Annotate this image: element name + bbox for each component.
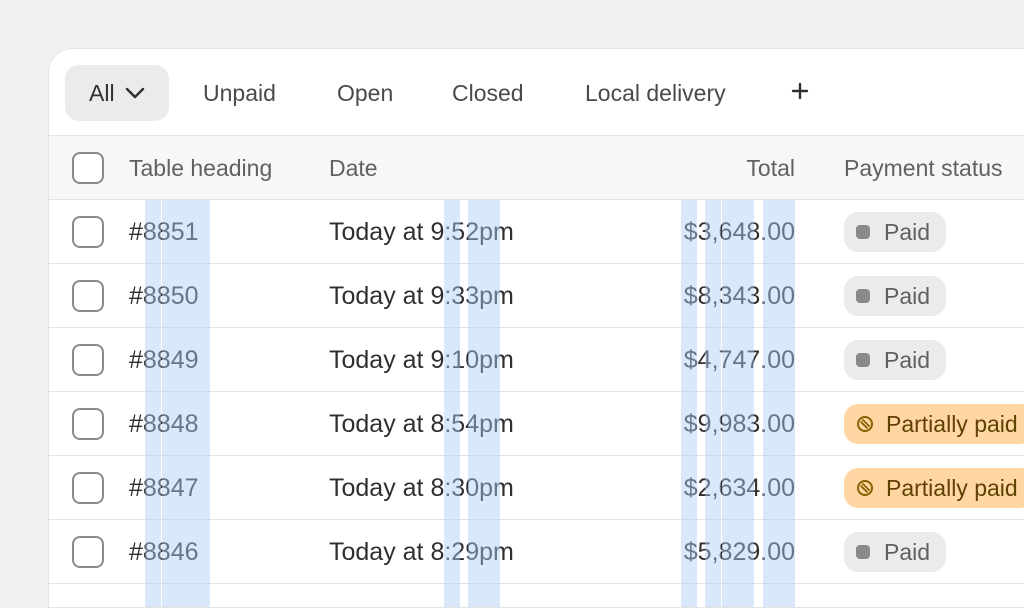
- table-row[interactable]: #8846 Today at 8:29pm $5,829.00 Paid: [49, 520, 1024, 584]
- orders-table-card: All Unpaid Open Closed Local delivery Ta…: [48, 48, 1024, 608]
- order-date-text: Today at 8:30pm: [329, 473, 514, 502]
- order-date: Today at 8:30pm: [329, 456, 514, 520]
- payment-status-badge: Paid: [844, 212, 947, 252]
- view-tabs: All Unpaid Open Closed Local delivery: [49, 49, 1024, 136]
- partial-circle-icon: [856, 479, 874, 497]
- order-number-text: #8850: [129, 281, 199, 310]
- order-total-text: $4,747.00: [683, 345, 795, 374]
- select-all-checkbox[interactable]: [72, 152, 104, 184]
- order-date-text: Today at 9:33pm: [329, 281, 514, 310]
- order-date: Today at 8:54pm: [329, 392, 514, 456]
- order-date: Today at 9:33pm: [329, 264, 514, 328]
- order-number[interactable]: #8847: [129, 456, 199, 520]
- order-total: $4,747.00: [609, 328, 795, 392]
- tab-local-delivery[interactable]: Local delivery: [585, 65, 726, 121]
- payment-status-badge: Paid: [844, 276, 947, 316]
- row-checkbox[interactable]: [72, 472, 104, 504]
- payment-status-badge: Partially paid: [844, 404, 1024, 444]
- row-checkbox[interactable]: [72, 408, 104, 440]
- payment-status-badge: Paid: [844, 532, 947, 572]
- order-total-text: $9,983.00: [683, 409, 795, 438]
- order-total: $5,829.00: [609, 520, 795, 584]
- plus-icon: [791, 82, 809, 105]
- tab-all[interactable]: All: [65, 65, 169, 121]
- header-table-heading[interactable]: Table heading: [129, 136, 272, 200]
- tab-open[interactable]: Open: [337, 65, 393, 121]
- order-number[interactable]: #8846: [129, 520, 199, 584]
- chevron-down-icon: [125, 87, 145, 99]
- order-number-text: #8849: [129, 345, 199, 374]
- row-checkbox[interactable]: [72, 344, 104, 376]
- table-header: Table heading Date Total Payment status: [49, 136, 1024, 200]
- table-row[interactable]: #8851 Today at 9:52pm $3,648.00 Paid: [49, 200, 1024, 264]
- tab-all-label: All: [89, 79, 115, 106]
- order-date: Today at 9:10pm: [329, 328, 514, 392]
- order-total: $9,983.00: [609, 392, 795, 456]
- order-date-text: Today at 9:10pm: [329, 345, 514, 374]
- table-row[interactable]: #8850 Today at 9:33pm $8,343.00 Paid: [49, 264, 1024, 328]
- tab-unpaid[interactable]: Unpaid: [203, 65, 276, 121]
- table-row[interactable]: #8847 Today at 8:30pm $2,634.00 Partially p…: [49, 456, 1024, 520]
- payment-status-label: Partially paid: [886, 474, 1018, 501]
- partial-circle-icon: [856, 415, 874, 433]
- order-total-text: $8,343.00: [683, 281, 795, 310]
- tab-closed[interactable]: Closed: [452, 65, 524, 121]
- header-date[interactable]: Date: [329, 136, 378, 200]
- payment-status-badge: Paid: [844, 340, 947, 380]
- order-number-text: #8847: [129, 473, 199, 502]
- add-view-button[interactable]: [784, 65, 816, 121]
- order-date: Today at 9:52pm: [329, 200, 514, 264]
- order-number-text: #8846: [129, 537, 199, 566]
- row-checkbox[interactable]: [72, 280, 104, 312]
- order-date-text: Today at 8:29pm: [329, 537, 514, 566]
- order-total-text: $5,829.00: [683, 537, 795, 566]
- status-dot-icon: [856, 353, 870, 367]
- order-date-text: Today at 9:52pm: [329, 217, 514, 246]
- order-number[interactable]: #8849: [129, 328, 199, 392]
- order-number-text: #8851: [129, 217, 199, 246]
- payment-status-label: Paid: [884, 538, 931, 565]
- table-row[interactable]: #8848 Today at 8:54pm $9,983.00 Partially p…: [49, 392, 1024, 456]
- row-checkbox[interactable]: [72, 536, 104, 568]
- header-total[interactable]: Total: [609, 136, 795, 200]
- order-number[interactable]: #8850: [129, 264, 199, 328]
- payment-status-badge: Partially paid: [844, 468, 1024, 508]
- row-checkbox[interactable]: [72, 216, 104, 248]
- order-date-text: Today at 8:54pm: [329, 409, 514, 438]
- payment-status-label: Paid: [884, 346, 931, 373]
- header-payment-status[interactable]: Payment status: [844, 136, 1003, 200]
- status-dot-icon: [856, 289, 870, 303]
- order-number[interactable]: #8851: [129, 200, 199, 264]
- order-date: Today at 8:29pm: [329, 520, 514, 584]
- order-total-text: $3,648.00: [683, 217, 795, 246]
- payment-status-label: Partially paid: [886, 410, 1018, 437]
- status-dot-icon: [856, 225, 870, 239]
- table-row[interactable]: #8849 Today at 9:10pm $4,747.00 Paid: [49, 328, 1024, 392]
- status-dot-icon: [856, 545, 870, 559]
- order-total-text: $2,634.00: [683, 473, 795, 502]
- order-total: $2,634.00: [609, 456, 795, 520]
- order-total: $3,648.00: [609, 200, 795, 264]
- payment-status-label: Paid: [884, 218, 931, 245]
- order-number-text: #8848: [129, 409, 199, 438]
- order-total: $8,343.00: [609, 264, 795, 328]
- order-number[interactable]: #8848: [129, 392, 199, 456]
- payment-status-label: Paid: [884, 282, 931, 309]
